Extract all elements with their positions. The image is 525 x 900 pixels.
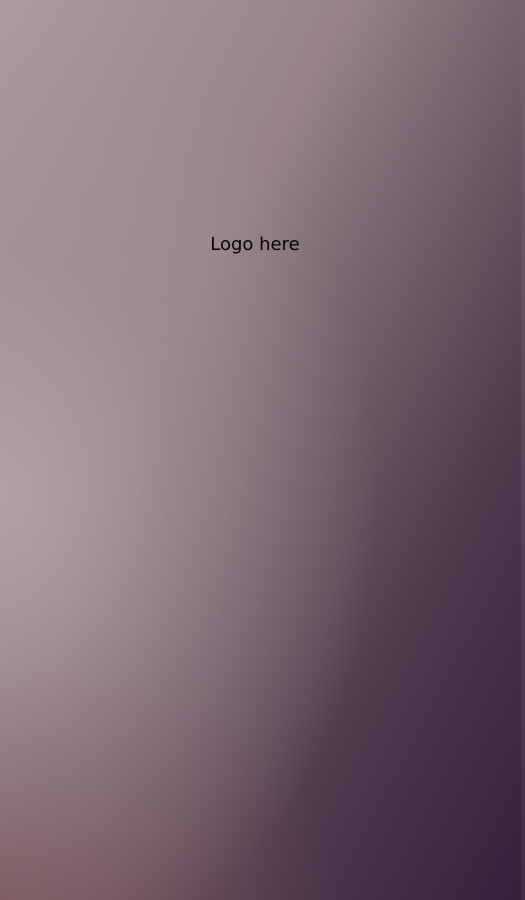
splash-screen: Logo here: [0, 0, 525, 900]
logo-placeholder: Logo here: [210, 234, 300, 255]
